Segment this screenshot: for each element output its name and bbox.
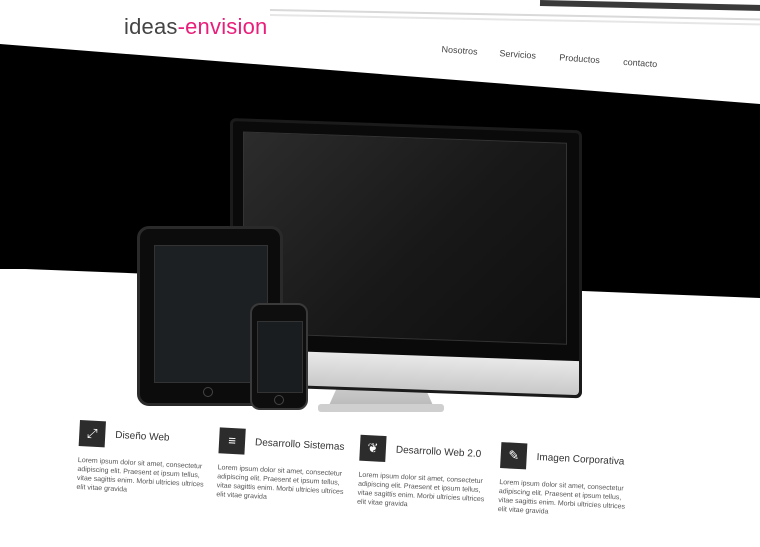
nav-item-productos[interactable]: Productos: [559, 52, 600, 65]
phone-image: [250, 303, 308, 410]
feature-diseno-web: ⤢ Diseño Web Lorem ipsum dolor sit amet,…: [76, 420, 220, 494]
site-logo[interactable]: ideas-envision: [124, 14, 267, 40]
feature-description: Lorem ipsum dolor sit amet, consectetur …: [356, 471, 485, 509]
feature-desarrollo-web: ❦ Desarrollo Web 2.0 Lorem ipsum dolor s…: [357, 434, 501, 508]
nav-item-servicios[interactable]: Servicios: [499, 48, 536, 61]
nav-item-contacto[interactable]: contacto: [623, 57, 658, 69]
phone-screen: [257, 321, 303, 393]
nav-item-nosotros[interactable]: Nosotros: [441, 44, 478, 56]
feature-title[interactable]: Diseño Web: [115, 430, 170, 444]
monitor-stand-base: [318, 404, 444, 412]
logo-text-envision: envision: [185, 14, 268, 39]
feature-description: Lorem ipsum dolor sit amet, consectetur …: [76, 456, 204, 494]
leaf-icon: ❦: [359, 434, 387, 463]
feature-desarrollo-sistemas: ≡ Desarrollo Sistemas Lorem ipsum dolor …: [216, 427, 360, 501]
header-bar: [0, 0, 760, 48]
feature-description: Lorem ipsum dolor sit amet, consectetur …: [497, 479, 626, 516]
browser-edge: [539, 0, 760, 12]
feature-imagen-corporativa: ✎ Imagen Corporativa Lorem ipsum dolor s…: [498, 442, 641, 516]
phone-home-button: [274, 395, 284, 405]
feature-description: Lorem ipsum dolor sit amet, consectetur …: [216, 464, 344, 501]
list-icon: ≡: [218, 427, 246, 455]
pencil-icon: ✎: [500, 442, 528, 470]
features-section: ⤢ Diseño Web Lorem ipsum dolor sit amet,…: [75, 420, 760, 547]
feature-title[interactable]: Desarrollo Sistemas: [255, 437, 345, 453]
feature-title[interactable]: Imagen Corporativa: [536, 452, 624, 468]
tablet-home-button: [203, 387, 213, 397]
header-stripe: [269, 14, 760, 26]
logo-text-ideas: ideas: [124, 14, 178, 39]
feature-title[interactable]: Desarrollo Web 2.0: [396, 445, 482, 460]
logo-dash: -: [177, 14, 186, 39]
expand-icon: ⤢: [78, 420, 106, 448]
